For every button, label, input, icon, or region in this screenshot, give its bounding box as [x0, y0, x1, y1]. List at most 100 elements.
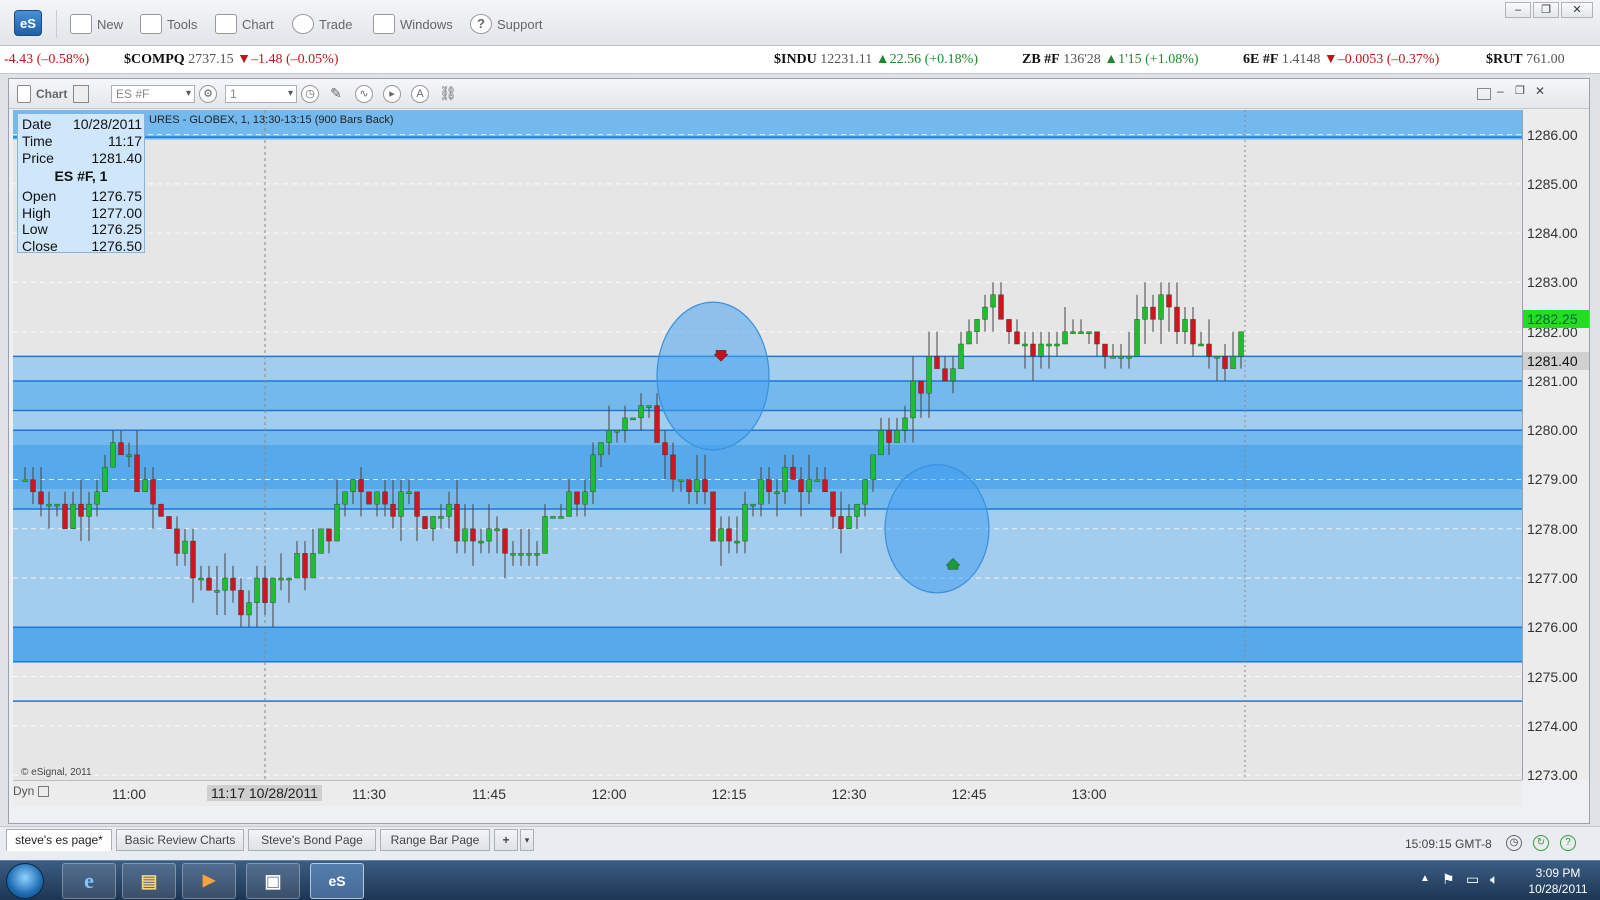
- internet-explorer-icon[interactable]: e: [62, 863, 116, 899]
- candle-down: [998, 294, 1004, 320]
- tools-button[interactable]: Tools: [140, 12, 197, 36]
- candle-up: [110, 442, 116, 468]
- candle-up: [742, 503, 748, 542]
- candle-up: [982, 306, 988, 320]
- tab-list-dropdown[interactable]: ▾: [520, 829, 534, 851]
- start-button[interactable]: [6, 863, 44, 899]
- candle-up: [734, 540, 740, 544]
- time-tick-label: 12:00: [591, 786, 627, 802]
- file-explorer-icon[interactable]: ▤: [122, 863, 176, 899]
- time-axis[interactable]: 11:17 10/28/2011 11:00 11:30 11:45 12:00 12:…: [13, 780, 1522, 806]
- price-axis[interactable]: 1286.00 1285.00 1284.00 1283.00 1282.00 1281.…: [1522, 110, 1589, 783]
- interval-select[interactable]: 1: [225, 85, 297, 103]
- chart-close-button[interactable]: ✕: [1535, 84, 1549, 102]
- restore-button[interactable]: ❐: [1533, 2, 1559, 18]
- chart-maximize-button[interactable]: ❐: [1515, 84, 1529, 102]
- support-button[interactable]: ? Support: [470, 12, 543, 36]
- price-chart[interactable]: [13, 110, 1522, 780]
- candle-up: [622, 417, 628, 431]
- panel-toggle-icon[interactable]: [17, 85, 31, 103]
- action-center-flag-icon[interactable]: ⚑: [1442, 871, 1455, 888]
- volume-icon[interactable]: 🔈︎: [1490, 871, 1498, 888]
- candle-up: [630, 417, 636, 421]
- price-tick-label: 1286.00: [1527, 126, 1578, 143]
- detach-icon[interactable]: [1477, 88, 1491, 100]
- candle-up: [1078, 331, 1084, 334]
- link-icon[interactable]: ⛓: [439, 85, 457, 103]
- candle-down: [454, 503, 460, 542]
- tab-steves-es-page[interactable]: steve's es page*: [6, 829, 112, 851]
- chart-plot-area[interactable]: [13, 110, 1522, 780]
- tab-range-bar-page[interactable]: Range Bar Page: [380, 829, 490, 851]
- ticker-item[interactable]: $INDU 12231.11 ▲22.56 (+0.18%): [774, 52, 978, 68]
- candle-up: [926, 356, 932, 394]
- ticker-item[interactable]: $COMPQ 2737.15 ▼–1.48 (–0.05%): [124, 52, 339, 68]
- refresh-icon[interactable]: ↻: [1533, 835, 1549, 851]
- candle-up: [1158, 294, 1164, 320]
- ticker-item[interactable]: 6E #F 1.4148 ▼–0.0053 (–0.37%): [1243, 52, 1439, 68]
- clock-icon[interactable]: ◷: [301, 85, 319, 103]
- chart-settings-icon[interactable]: [73, 85, 89, 103]
- ticker-item[interactable]: -4.43 (–0.58%): [4, 52, 89, 68]
- candle-up: [614, 430, 620, 433]
- alert-icon[interactable]: A: [411, 85, 429, 103]
- candle-up: [462, 528, 468, 542]
- candle-up: [758, 479, 764, 505]
- clock-status-icon[interactable]: ◷: [1506, 835, 1522, 851]
- candle-up: [334, 503, 340, 542]
- candle-up: [846, 516, 852, 529]
- ticker-item[interactable]: ZB #F 136'28 ▲1'15 (+1.08%): [1022, 52, 1199, 68]
- candle-down: [670, 454, 676, 480]
- candle-down: [238, 590, 244, 616]
- chart-menu-button[interactable]: Chart: [215, 12, 274, 36]
- close-button[interactable]: ✕: [1561, 2, 1593, 18]
- ticker-item[interactable]: $RUT 761.00: [1486, 52, 1565, 68]
- quote-ticker: -4.43 (–0.58%) $COMPQ 2737.15 ▼–1.48 (–0…: [0, 46, 1600, 74]
- add-tab-button[interactable]: +: [494, 829, 518, 851]
- status-help-icon[interactable]: ?: [1560, 835, 1576, 851]
- dyn-button[interactable]: Dyn: [13, 784, 49, 798]
- bar-open: 1276.75: [91, 188, 142, 204]
- time-tick-label: 12:45: [951, 786, 987, 802]
- candle-down: [358, 479, 364, 493]
- candle-up: [310, 553, 316, 579]
- candle-down: [326, 528, 332, 542]
- candle-up: [870, 454, 876, 480]
- candle-up: [1182, 319, 1188, 332]
- esignal-logo[interactable]: eS: [14, 10, 42, 36]
- taskbar-clock[interactable]: 3:09 PM 10/28/2011: [1520, 865, 1596, 897]
- candle-up: [1142, 306, 1148, 320]
- candle-up: [54, 503, 60, 507]
- symbol-options-icon[interactable]: ⚙: [199, 85, 217, 103]
- time-tick-label: 11:30: [352, 786, 386, 802]
- study-icon[interactable]: ∿: [355, 85, 373, 103]
- candle-down: [886, 430, 892, 443]
- price-tick-label: 1275.00: [1527, 668, 1578, 685]
- help-icon: ?: [470, 14, 492, 34]
- pencil-icon[interactable]: ✎: [327, 85, 345, 103]
- candle-up: [1198, 343, 1204, 347]
- tab-basic-review-charts[interactable]: Basic Review Charts: [116, 829, 244, 851]
- minimize-button[interactable]: –: [1505, 2, 1531, 18]
- trade-button[interactable]: Trade: [292, 12, 352, 36]
- candle-up: [494, 528, 500, 531]
- candle-up: [374, 491, 380, 505]
- show-hidden-icons-icon[interactable]: ▲: [1420, 873, 1430, 884]
- media-player-icon[interactable]: ▶: [182, 863, 236, 899]
- chart-minimize-button[interactable]: –: [1497, 84, 1511, 102]
- windows-button[interactable]: Windows: [373, 12, 453, 36]
- network-icon[interactable]: ▭: [1466, 871, 1479, 888]
- tab-steves-bond-page[interactable]: Steve's Bond Page: [248, 829, 376, 851]
- highlight-circle: [884, 464, 990, 594]
- symbol-select[interactable]: ES #F: [111, 85, 195, 103]
- esignal-taskbar-icon[interactable]: eS: [310, 863, 364, 899]
- play-icon[interactable]: ▸: [383, 85, 401, 103]
- remote-desktop-icon[interactable]: ▣: [246, 863, 300, 899]
- time-tick-label: 11:45: [472, 786, 506, 802]
- copyright-text: © eSignal, 2011: [21, 767, 92, 778]
- support-resistance-zone: [13, 627, 1522, 662]
- candle-down: [262, 577, 268, 603]
- candle-down: [1102, 343, 1108, 357]
- new-button[interactable]: New: [70, 12, 123, 36]
- candle-up: [950, 368, 956, 382]
